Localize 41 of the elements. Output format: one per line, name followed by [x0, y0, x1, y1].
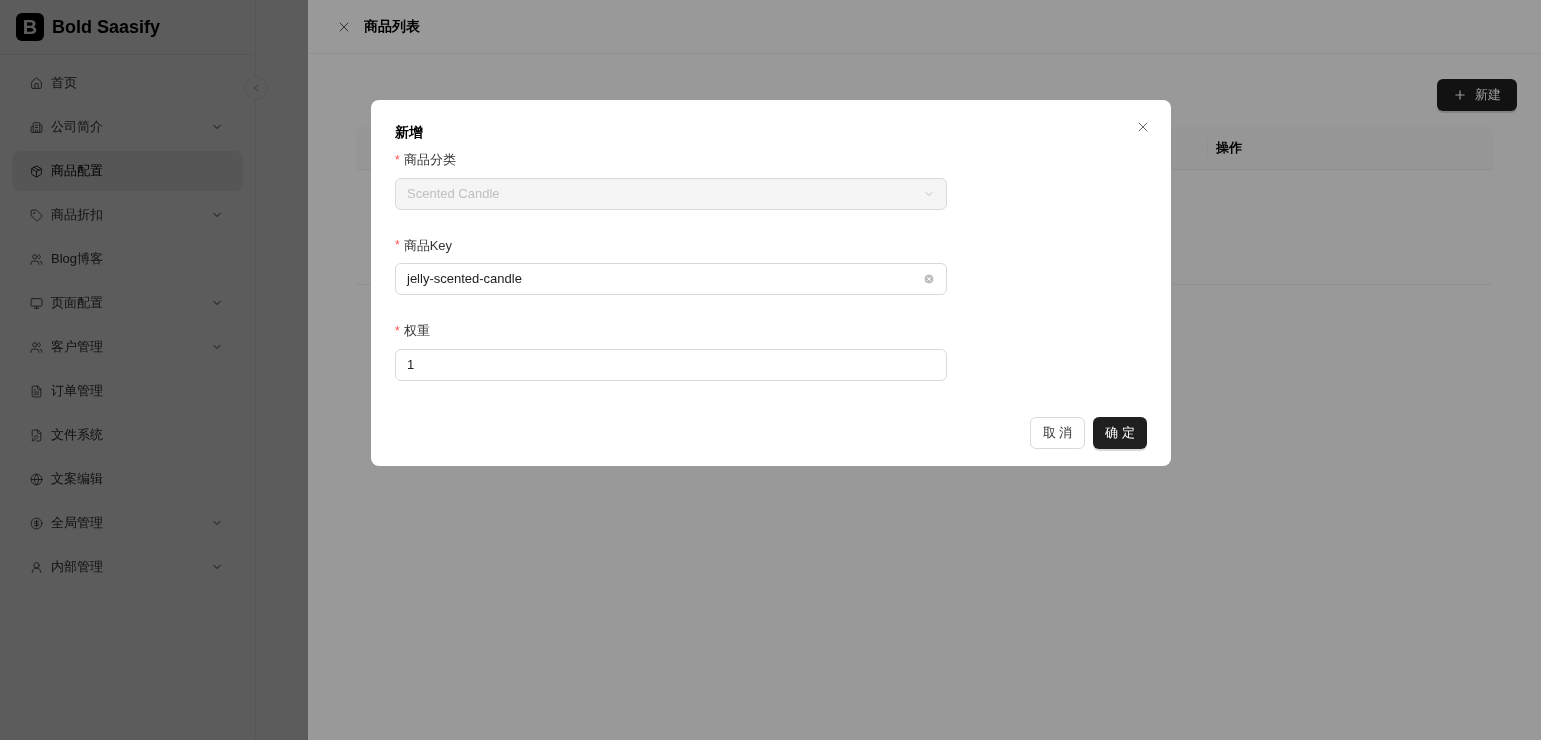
brand-name: Bold Saasify	[52, 15, 161, 39]
building-icon	[30, 120, 43, 134]
logo-icon: B	[16, 13, 44, 41]
sidebar-item[interactable]: 全局管理	[12, 503, 243, 543]
drawer-title: 商品列表	[364, 17, 420, 36]
document-icon	[30, 384, 43, 398]
home-icon	[30, 76, 43, 90]
sidebar-item[interactable]: 商品配置	[12, 151, 243, 191]
sidebar-item[interactable]: 文件系统	[12, 415, 243, 455]
file-edit-icon	[30, 428, 43, 442]
sidebar-item[interactable]: 内部管理	[12, 547, 243, 587]
sidebar-item[interactable]: 首页	[12, 63, 243, 103]
required-mark: *	[395, 151, 400, 169]
cancel-button[interactable]: 取 消	[1029, 416, 1086, 449]
user-icon	[30, 560, 43, 574]
required-mark: *	[395, 237, 400, 255]
plus-icon	[1453, 88, 1467, 102]
new-button[interactable]: 新建	[1437, 79, 1517, 111]
users-icon	[30, 252, 43, 266]
tag-icon	[30, 208, 43, 222]
confirm-button[interactable]: 确 定	[1093, 416, 1147, 449]
monitor-icon	[30, 296, 43, 310]
field-label: * 权重	[395, 321, 431, 341]
sidebar-item[interactable]: 公司简介	[12, 107, 243, 147]
field-label: * 商品分类	[395, 150, 457, 170]
sidebar-item[interactable]: 客户管理	[12, 327, 243, 367]
sidebar-item[interactable]: 订单管理	[12, 371, 243, 411]
box-icon	[30, 164, 43, 178]
required-mark: *	[395, 322, 400, 340]
sidebar-item[interactable]: 页面配置	[12, 283, 243, 323]
field-label: * 商品Key	[395, 235, 454, 255]
sidebar-item[interactable]: Blog博客	[12, 239, 243, 279]
users-icon	[30, 340, 43, 354]
input-field[interactable]: 1	[395, 348, 947, 381]
globe-icon	[30, 472, 43, 486]
dollar-icon	[30, 516, 43, 530]
sidebar-item[interactable]: 文案编辑	[12, 459, 243, 499]
modal-title: 新增	[395, 123, 423, 142]
input-field[interactable]: jelly-scented-candle	[395, 263, 947, 295]
sidebar-item[interactable]: 商品折扣	[12, 195, 243, 235]
table-header-cell-text: 操作	[1215, 139, 1242, 158]
